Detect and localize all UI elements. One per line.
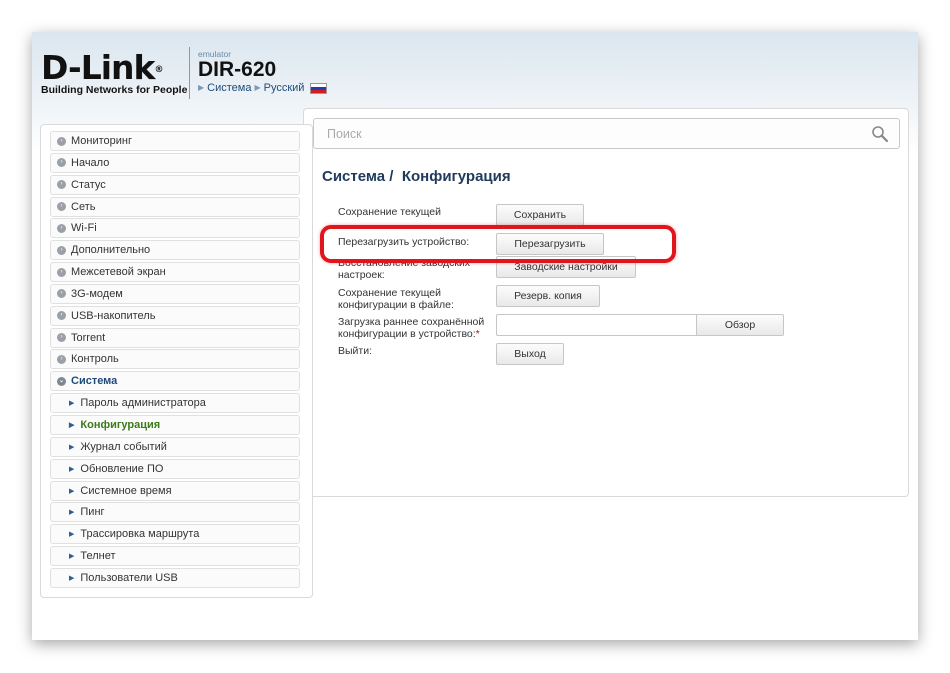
sidebar-item-label: 3G-модем (71, 287, 123, 300)
chevron-right-icon: › (57, 289, 66, 299)
header-divider (189, 47, 190, 99)
page-title-page: Конфигурация (401, 168, 511, 185)
file-path-input[interactable] (496, 314, 697, 336)
logo-tagline: Building Networks for People (41, 84, 188, 96)
sidebar-subitem-label: Журнал событий (80, 440, 167, 453)
chevron-right-icon: › (57, 223, 66, 233)
chevron-right-icon: › (57, 354, 66, 364)
browse-button[interactable]: Обзор (696, 314, 784, 336)
sidebar-item-control[interactable]: › Контроль (50, 349, 300, 370)
sidebar-item-advanced[interactable]: › Дополнительно (50, 240, 300, 261)
search-placeholder: Поиск (327, 126, 362, 141)
sidebar-subitem-usb-users[interactable]: ▶ Пользователи USB (50, 567, 300, 588)
sidebar-item-usb-storage[interactable]: › USB-накопитель (50, 305, 300, 326)
logout-button[interactable]: Выход (496, 343, 564, 365)
sidebar-subitem-system-time[interactable]: ▶ Системное время (50, 480, 300, 501)
triangle-right-icon: ▶ (69, 531, 75, 539)
backup-button[interactable]: Резерв. копия (496, 285, 600, 307)
sidebar-subitem-telnet[interactable]: ▶ Телнет (50, 546, 300, 567)
sidebar: › Мониторинг › Начало › Статус › Сеть › Wi-Fi… (40, 124, 313, 598)
sidebar-item-firewall[interactable]: › Межсетевой экран (50, 262, 300, 283)
backup-label: Сохранение текущей конфигурации в файле: (338, 287, 454, 311)
chevron-right-icon: › (57, 311, 66, 321)
sidebar-subitem-firmware-update[interactable]: ▶ Обновление ПО (50, 458, 300, 479)
sidebar-item-status[interactable]: › Статус (50, 174, 300, 195)
triangle-right-icon: ▶ (69, 400, 75, 408)
sidebar-subitem-admin-password[interactable]: ▶ Пароль администратора (50, 393, 300, 414)
restore-label-text: Загрузка раннее сохранённой конфигурации… (338, 316, 485, 340)
sidebar-subitem-event-log[interactable]: ▶ Журнал событий (50, 436, 300, 457)
router-web-interface: D-Link® Building Networks for People emu… (32, 32, 918, 640)
breadcrumb: ▶ Система ▶ Русский (198, 81, 328, 95)
sidebar-item-label: Torrent (71, 331, 106, 344)
chevron-right-icon: › (57, 136, 66, 146)
chevron-right-icon: › (57, 158, 66, 168)
content-panel: Поиск Система / Конфигурация Сохранение … (303, 108, 909, 497)
sidebar-item-start[interactable]: › Начало (50, 152, 300, 173)
sidebar-item-label: Сеть (71, 200, 96, 213)
language-selector[interactable]: Русский (264, 81, 305, 95)
sidebar-subitem-label: Пинг (80, 506, 105, 519)
breadcrumb-arrow-icon: ▶ (254, 83, 261, 92)
sidebar-item-label: Мониторинг (71, 135, 133, 147)
sidebar-item-label: Wi-Fi (71, 222, 97, 235)
model-name: DIR-620 (198, 58, 277, 81)
russian-flag-icon[interactable] (310, 82, 328, 94)
sidebar-item-3g-modem[interactable]: › 3G-модем (50, 283, 300, 304)
triangle-right-icon: ▶ (69, 465, 75, 473)
sidebar-menu: › Мониторинг › Начало › Статус › Сеть › Wi-Fi… (41, 125, 312, 588)
triangle-right-icon: ▶ (69, 553, 75, 561)
page-title: Система / Конфигурация (322, 168, 511, 185)
chevron-right-icon: › (57, 267, 66, 277)
page-title-section: Система / (322, 168, 394, 185)
sidebar-item-label: Статус (71, 178, 106, 191)
triangle-right-icon: ▶ (69, 421, 75, 429)
logo-text: D-Link (41, 48, 155, 87)
search-icon[interactable] (871, 125, 889, 143)
logout-label: Выйти: (338, 345, 373, 357)
sidebar-subitem-configuration[interactable]: ▶ Конфигурация (50, 414, 300, 435)
chevron-right-icon: › (57, 333, 66, 343)
restore-label: Загрузка раннее сохранённой конфигурации… (338, 316, 493, 340)
model-info: emulator DIR-620 ▶ Система ▶ Русский (198, 49, 328, 95)
sidebar-subitem-label: Пароль администратора (80, 397, 206, 410)
triangle-right-icon: ▶ (69, 574, 75, 582)
triangle-right-icon: ▶ (69, 443, 75, 451)
save-button[interactable]: Сохранить (496, 204, 584, 226)
save-config-label: Сохранение текущей конфигурации: (338, 206, 442, 218)
breadcrumb-arrow-icon: ▶ (198, 83, 205, 92)
search-input[interactable]: Поиск (313, 118, 900, 149)
logo-registered-mark: ® (154, 65, 163, 75)
chevron-down-icon: ⌄ (57, 376, 66, 386)
reboot-highlight-annotation (320, 225, 676, 263)
breadcrumb-section[interactable]: Система (207, 81, 251, 95)
sidebar-item-torrent[interactable]: › Torrent (50, 327, 300, 348)
triangle-right-icon: ▶ (69, 509, 75, 517)
sidebar-subitem-traceroute[interactable]: ▶ Трассировка маршрута (50, 524, 300, 545)
chevron-right-icon: › (57, 180, 66, 190)
sidebar-item-label: Начало (71, 156, 110, 169)
sidebar-subitem-label: Системное время (80, 484, 172, 497)
sidebar-item-monitoring[interactable]: › Мониторинг (50, 131, 300, 151)
sidebar-subitem-label: Обновление ПО (80, 462, 164, 475)
chevron-right-icon: › (57, 245, 66, 255)
sidebar-item-label: Система (71, 375, 118, 388)
triangle-right-icon: ▶ (69, 487, 75, 495)
sidebar-item-label: Контроль (71, 353, 119, 366)
sidebar-subitem-label: Телнет (80, 550, 116, 563)
sidebar-item-system[interactable]: ⌄ Система (50, 371, 300, 392)
sidebar-item-label: Дополнительно (71, 244, 151, 257)
sidebar-item-label: USB-накопитель (71, 309, 156, 322)
sidebar-subitem-label: Пользователи USB (80, 571, 178, 584)
dlink-logo[interactable]: D-Link® Building Networks for People (41, 48, 188, 96)
sidebar-subitem-label: Конфигурация (80, 418, 161, 431)
sidebar-item-wifi[interactable]: › Wi-Fi (50, 218, 300, 239)
sidebar-subitem-label: Трассировка маршрута (80, 528, 200, 541)
sidebar-subitem-ping[interactable]: ▶ Пинг (50, 502, 300, 523)
required-mark: * (475, 328, 480, 340)
sidebar-item-network[interactable]: › Сеть (50, 196, 300, 217)
sidebar-item-label: Межсетевой экран (71, 266, 166, 279)
chevron-right-icon: › (57, 202, 66, 212)
